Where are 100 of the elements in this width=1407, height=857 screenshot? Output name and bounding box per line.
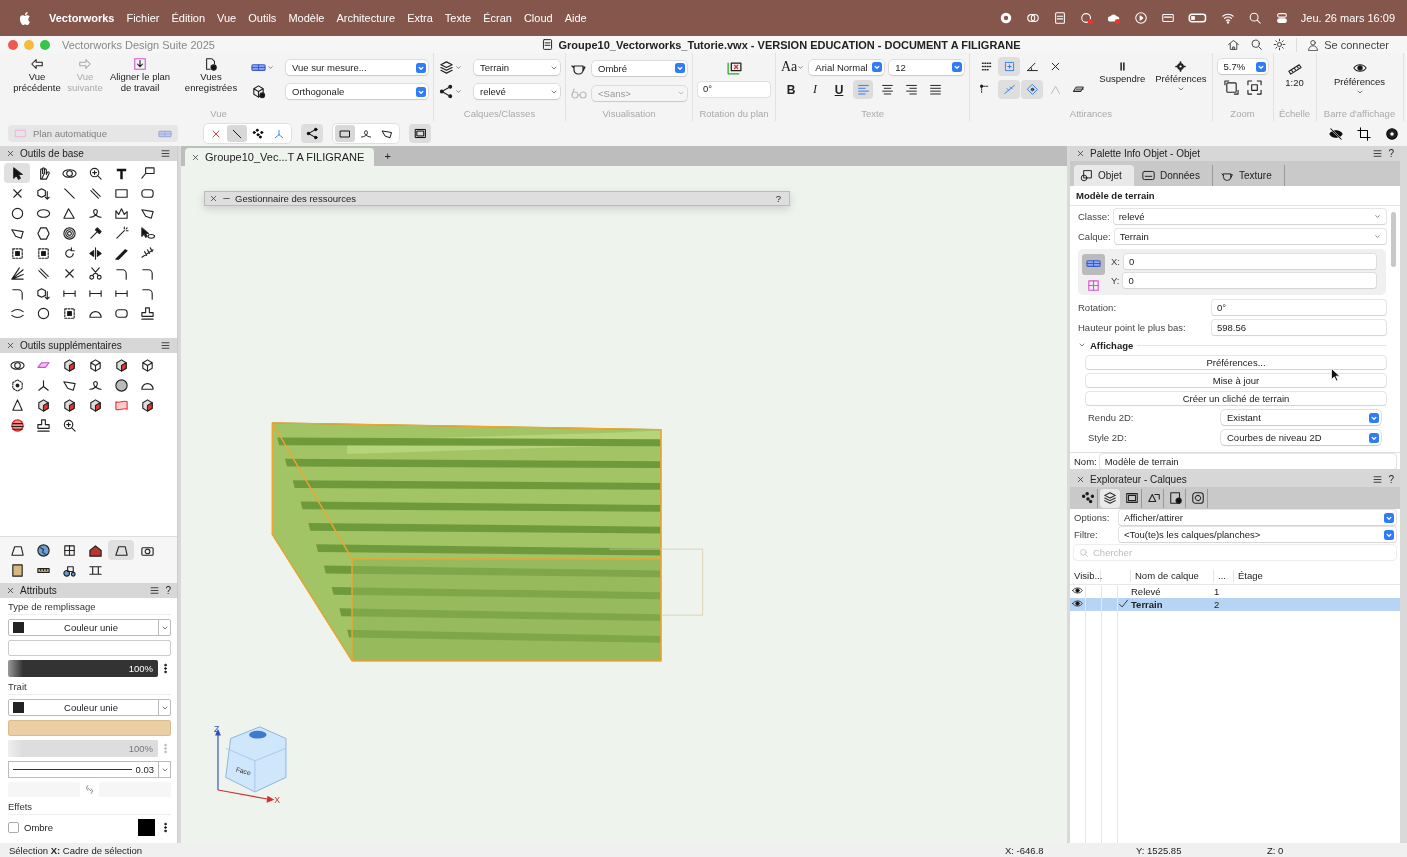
layer-row[interactable]: Terrain 2 bbox=[1070, 598, 1400, 611]
menu-item[interactable]: Aide bbox=[564, 12, 587, 24]
menu-item[interactable]: Vectorworks bbox=[49, 12, 115, 24]
field-label: Rotation: bbox=[1078, 302, 1118, 313]
group-label: Zoom bbox=[1230, 108, 1255, 121]
palette-tab[interactable]: Données bbox=[1135, 165, 1213, 186]
menu-item[interactable]: Écran bbox=[483, 12, 512, 24]
field-label: Rendu 2D: bbox=[1088, 412, 1135, 423]
palette-tab[interactable]: Objet bbox=[1074, 165, 1134, 186]
panel-button[interactable]: Mise à jour bbox=[1086, 374, 1386, 387]
select-field[interactable]: <Tou(te)s les calques/planches> bbox=[1119, 527, 1396, 542]
dropdown[interactable]: Ombré bbox=[592, 60, 687, 76]
coordinate-readout: Z: 0 bbox=[1267, 844, 1285, 856]
palette-title: Attributs bbox=[20, 585, 58, 596]
panel-button[interactable]: Préférences... bbox=[1086, 356, 1386, 369]
dropdown[interactable]: Terrain bbox=[474, 60, 560, 75]
dropdown[interactable]: Courbes de niveau 2D bbox=[1221, 430, 1381, 445]
input-field[interactable]: 0° bbox=[1212, 300, 1386, 315]
layer-name: Terrain bbox=[1131, 599, 1164, 610]
app-title: Vectorworks Design Suite 2025 bbox=[62, 38, 215, 51]
group-label: Texte bbox=[861, 108, 884, 121]
select-field[interactable]: Terrain bbox=[1114, 229, 1386, 244]
toolbar-button[interactable]: Vue précédente bbox=[9, 57, 65, 94]
snap-preferences-button[interactable]: Préférences bbox=[1155, 57, 1207, 93]
dropdown[interactable]: Arial Normal bbox=[809, 59, 885, 75]
style-button[interactable]: B bbox=[781, 80, 801, 99]
help-button[interactable]: ? bbox=[1388, 474, 1394, 485]
field-label: Hauteur point le plus bas: bbox=[1078, 322, 1187, 333]
palette-title: Explorateur - Calques bbox=[1090, 474, 1188, 485]
style-button[interactable]: I bbox=[805, 80, 825, 99]
menu-item[interactable]: Édition bbox=[171, 12, 206, 24]
rotation-field[interactable]: 0° bbox=[698, 82, 770, 97]
menu-item[interactable]: Outils bbox=[248, 12, 277, 24]
new-tab-button[interactable]: + bbox=[384, 150, 391, 162]
menu-item[interactable]: Vue bbox=[217, 12, 237, 24]
menu-item[interactable]: Modèle bbox=[288, 12, 325, 24]
dropdown[interactable]: Existant bbox=[1221, 410, 1381, 425]
dropdown[interactable]: Vue sur mesure... bbox=[286, 60, 428, 75]
table-cell-text: 2 bbox=[1214, 599, 1221, 610]
section-heading: Type de remplissage bbox=[8, 601, 171, 615]
input-field[interactable]: 0 bbox=[1123, 273, 1376, 288]
font-menu-button[interactable]: Aa bbox=[781, 59, 805, 75]
clock: Jeu. 26 mars 16:09 bbox=[1300, 12, 1395, 24]
field-label: Style 2D: bbox=[1088, 432, 1128, 443]
column-header[interactable]: ... bbox=[1214, 569, 1234, 582]
layer-name: Relevé bbox=[1131, 586, 1162, 597]
palette-title: Outils de base bbox=[20, 148, 85, 159]
style-button[interactable]: U bbox=[829, 80, 849, 99]
toolbar-button[interactable]: Aligner le plan de travail bbox=[105, 57, 175, 94]
field-label: Calque: bbox=[1078, 231, 1111, 242]
opacity-reading: 100% bbox=[128, 743, 153, 754]
panel-button[interactable]: Créer un cliché de terrain bbox=[1086, 392, 1386, 405]
group-label: Visualisation bbox=[602, 108, 656, 121]
document-tab[interactable]: Groupe10_Vec...T A FILIGRANE bbox=[185, 148, 375, 166]
tool-hint: Sélection X: Cadre de sélection bbox=[9, 844, 144, 856]
line-weight-dropdown[interactable]: 0.03 bbox=[8, 761, 171, 778]
dropdown[interactable]: relevé bbox=[474, 84, 560, 99]
zoom-dropdown[interactable]: 5.7% bbox=[1217, 59, 1268, 74]
stroke-type-dropdown[interactable]: Couleur unie bbox=[8, 699, 171, 716]
search-field[interactable]: Chercher bbox=[1093, 547, 1396, 558]
column-header[interactable]: Nom de calque bbox=[1131, 569, 1214, 582]
toolbar-button[interactable]: Vues enregistrées bbox=[180, 57, 242, 94]
checkbox-label: Ombre bbox=[24, 822, 54, 833]
field-label: Filtre: bbox=[1074, 529, 1099, 540]
name-field[interactable]: Modèle de terrain bbox=[1099, 453, 1396, 469]
sign-in-button[interactable]: Se connecter bbox=[1307, 38, 1389, 51]
help-button[interactable]: ? bbox=[165, 585, 171, 596]
coordinate-readout: X: -646.8 bbox=[1005, 844, 1045, 856]
help-button[interactable]: ? bbox=[1388, 148, 1394, 159]
dropdown[interactable]: Orthogonale bbox=[286, 84, 428, 99]
menu-item[interactable]: Texte bbox=[444, 12, 472, 24]
menu-item[interactable]: Fichier bbox=[126, 12, 160, 24]
axis-label: X bbox=[274, 794, 281, 805]
opacity-slider[interactable]: 100% bbox=[8, 660, 158, 677]
section-heading: Trait bbox=[8, 681, 171, 695]
input-field[interactable]: 598.56 bbox=[1212, 320, 1386, 335]
column-header[interactable]: Visib... bbox=[1070, 569, 1101, 582]
palette-tab[interactable]: Texture bbox=[1214, 165, 1285, 186]
menu-item[interactable]: Architecture bbox=[336, 12, 396, 24]
group-label: Attirances bbox=[1069, 108, 1113, 121]
help-button[interactable]: ? bbox=[775, 193, 781, 204]
layer-row[interactable]: Relevé 1 bbox=[1070, 585, 1400, 598]
document-title: Groupe10_Vectorworks_Tutorie.vwx - VERSION EDUCATION - DOCUMENT A FILIGRANE bbox=[558, 38, 1021, 51]
table-cell-text: 1 bbox=[1214, 586, 1221, 597]
select-field[interactable]: Afficher/attirer bbox=[1119, 510, 1396, 525]
column-header[interactable]: Étage bbox=[1234, 569, 1400, 582]
scale-button[interactable]: 1:20 bbox=[1278, 57, 1311, 88]
select-field[interactable]: relevé bbox=[1113, 209, 1386, 224]
input-field[interactable]: 0 bbox=[1124, 254, 1376, 269]
fill-type-dropdown[interactable]: Couleur unie bbox=[8, 619, 171, 636]
menu-item[interactable]: Cloud bbox=[523, 12, 553, 24]
coordinate-readout: Y: 1525.85 bbox=[1136, 844, 1183, 856]
pause-button[interactable]: Suspendre bbox=[1099, 57, 1146, 84]
palette-title: Outils supplémentaires bbox=[20, 340, 123, 351]
group-label: Échelle bbox=[1278, 108, 1311, 121]
field-label: Classe: bbox=[1078, 211, 1110, 222]
menu-item[interactable]: Extra bbox=[407, 12, 433, 24]
display-preferences-button[interactable]: Préférences bbox=[1321, 57, 1398, 96]
dropdown[interactable]: 12 bbox=[889, 59, 965, 75]
field-label: Y: bbox=[1111, 275, 1120, 286]
